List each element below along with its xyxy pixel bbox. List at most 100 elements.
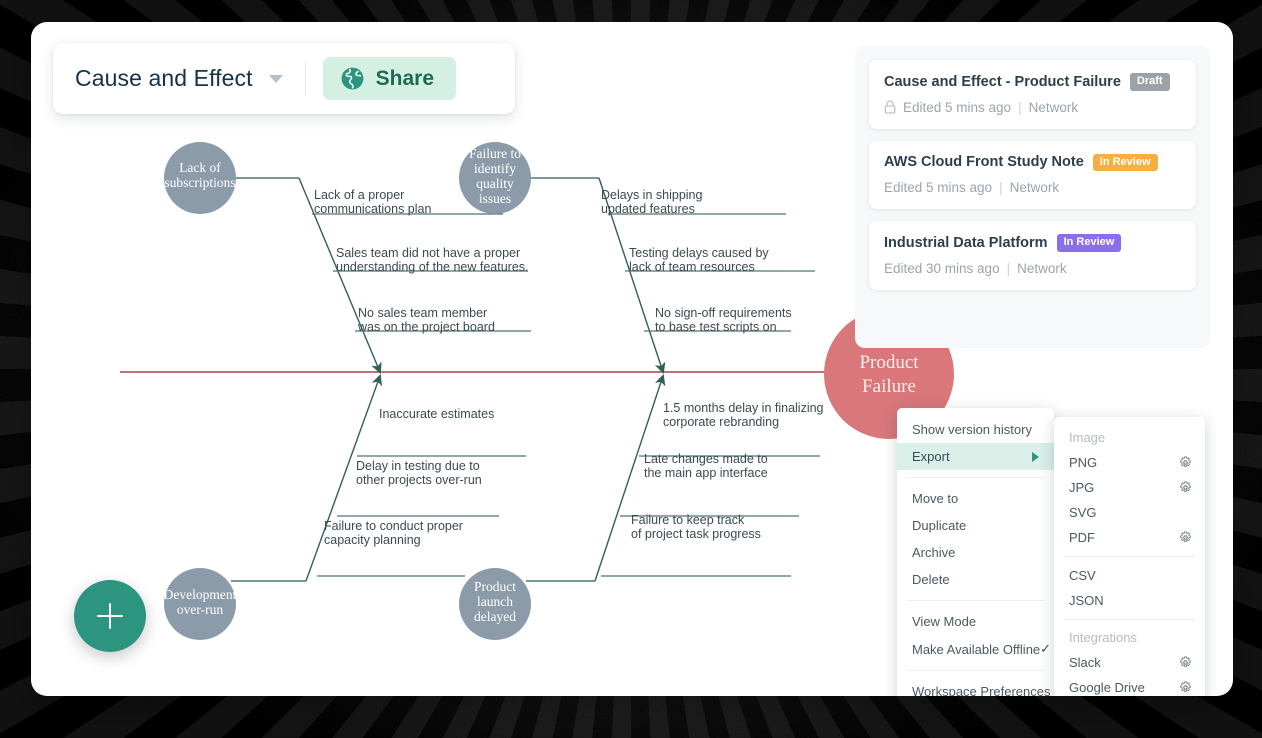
document-card-header: Cause and Effect - Product Failure Draft (884, 73, 1181, 91)
document-meta: Edited 5 mins ago | Network (884, 180, 1181, 195)
menu-item-label: Show version history (912, 422, 1032, 437)
menu-separator (907, 670, 1044, 671)
category-bubble-lack-of-subscriptions (164, 142, 236, 214)
export-item-label: JSON (1069, 593, 1104, 608)
status-badge: In Review (1092, 153, 1158, 172)
cause-text: Inaccurate estimates (379, 407, 495, 421)
menu-separator (907, 477, 1044, 478)
cause-text: No sales team member was on the project … (358, 306, 495, 334)
cause-text: Failure to keep track of project task pr… (631, 513, 761, 541)
cause-text: Sales team did not have a proper underst… (336, 246, 529, 274)
menu-item-label: Make Available Offline (912, 641, 1041, 657)
menu-item-label: Delete (912, 572, 950, 587)
triangle-right-icon (1032, 451, 1039, 462)
menu-item-view-mode[interactable]: View Mode (897, 608, 1054, 635)
category-bubble-product-launch-delayed (459, 568, 531, 640)
menu-item-label: Duplicate (912, 518, 967, 533)
chevron-down-icon[interactable] (268, 74, 283, 83)
submenu-separator (1064, 556, 1195, 557)
documents-panel: Cause and Effect - Product Failure Draft… (855, 46, 1210, 348)
gear-icon[interactable] (1179, 681, 1192, 694)
menu-item-label: Archive (912, 545, 956, 560)
document-card[interactable]: AWS Cloud Front Study Note In Review Edi… (869, 140, 1196, 210)
export-item-csv[interactable]: CSV (1054, 563, 1205, 588)
document-scope: Network (1009, 180, 1060, 196)
export-item-json[interactable]: JSON (1054, 588, 1205, 613)
meta-separator: | (1018, 99, 1022, 115)
document-scope: Network (1028, 99, 1079, 115)
gear-icon[interactable] (1179, 481, 1192, 494)
export-item-jpg[interactable]: JPG (1054, 475, 1205, 500)
document-card-header: Industrial Data Platform In Review (884, 234, 1181, 252)
menu-item-delete[interactable]: Delete (897, 566, 1054, 593)
export-submenu: Image PNG JPG SVG PDF CSV JSON Integrati… (1054, 417, 1205, 696)
cause-text: Lack of a proper communications plan (314, 188, 432, 216)
menu-item-label: Workspace Preferences (912, 684, 1051, 696)
document-card[interactable]: Industrial Data Platform In Review Edite… (869, 221, 1196, 290)
document-meta: Edited 5 mins ago | Network (884, 100, 1181, 115)
export-item-google-drive[interactable]: Google Drive (1054, 675, 1205, 696)
document-title: Industrial Data Platform (884, 235, 1048, 252)
share-button[interactable]: Share (322, 57, 457, 100)
share-button-label: Share (375, 66, 435, 90)
export-item-png[interactable]: PNG (1054, 450, 1205, 475)
document-scope: Network (1017, 260, 1067, 276)
export-item-label: SVG (1069, 505, 1097, 520)
menu-item-show-version-history[interactable]: Show version history (897, 416, 1054, 443)
cause-text: Late changes made to the main app interf… (644, 452, 768, 480)
menu-item-label: View Mode (912, 614, 977, 629)
document-edited: Edited 30 mins ago (884, 260, 1000, 276)
menu-item-duplicate[interactable]: Duplicate (897, 512, 1054, 539)
toolbar-divider (304, 61, 306, 96)
document-edited: Edited 5 mins ago (903, 99, 1012, 115)
submenu-group-header-image: Image (1069, 430, 1106, 445)
meta-separator: | (1006, 260, 1011, 276)
cause-text: Failure to conduct proper capacity plann… (324, 519, 463, 547)
document-title: AWS Cloud Front Study Note (884, 154, 1084, 171)
export-item-label: PNG (1069, 455, 1098, 470)
menu-item-archive[interactable]: Archive (897, 539, 1054, 566)
export-item-pdf[interactable]: PDF (1054, 525, 1205, 550)
check-icon: ✓ (1040, 641, 1052, 656)
menu-item-export[interactable]: Export (897, 443, 1054, 470)
export-item-slack[interactable]: Slack (1054, 650, 1205, 675)
menu-item-make-available-offline[interactable]: Make Available Offline ✓ (897, 635, 1054, 663)
gear-icon[interactable] (1179, 656, 1192, 669)
cause-text: Testing delays caused by lack of team re… (629, 246, 769, 274)
document-toolbar: Cause and Effect Share (53, 43, 515, 114)
export-item-label: JPG (1069, 480, 1095, 495)
status-badge: Draft (1129, 73, 1170, 91)
export-item-label: Slack (1069, 655, 1101, 670)
export-item-label: CSV (1069, 568, 1096, 583)
export-item-label: PDF (1069, 530, 1095, 545)
submenu-group-header-integrations: Integrations (1069, 630, 1137, 645)
category-bubble-failure-quality-issues (459, 142, 531, 214)
meta-separator: | (999, 180, 1003, 196)
page-title: Cause and Effect (75, 65, 253, 91)
cause-text: Delays in shipping updated features (601, 188, 703, 216)
submenu-separator (1064, 619, 1195, 620)
lock-icon (884, 100, 896, 114)
export-item-svg[interactable]: SVG (1054, 500, 1205, 525)
category-bubble-development-over-run (164, 568, 236, 640)
context-menu: Show version history Export Move to Dupl… (897, 408, 1054, 696)
document-edited: Edited 5 mins ago (884, 180, 993, 196)
menu-item-label: Move to (912, 491, 959, 506)
document-meta: Edited 30 mins ago | Network (884, 261, 1181, 276)
globe-icon (341, 67, 364, 90)
document-title: Cause and Effect - Product Failure (884, 73, 1121, 90)
menu-item-workspace-preferences[interactable]: Workspace Preferences (897, 678, 1054, 696)
document-card-header: AWS Cloud Front Study Note In Review (884, 153, 1181, 172)
gear-icon[interactable] (1179, 531, 1192, 544)
cause-text: 1.5 months delay in finalizing corporate… (663, 401, 824, 429)
menu-item-label: Export (912, 449, 950, 464)
document-card[interactable]: Cause and Effect - Product Failure Draft… (869, 60, 1196, 129)
cause-text: No sign-off requirements to base test sc… (655, 306, 792, 334)
add-node-button[interactable] (74, 580, 146, 652)
app-window: Lack of subscriptions Failure to identif… (31, 22, 1233, 696)
menu-item-move-to[interactable]: Move to (897, 485, 1054, 512)
gear-icon[interactable] (1179, 456, 1192, 469)
export-item-label: Google Drive (1069, 680, 1145, 695)
cause-text: Delay in testing due to other projects o… (356, 459, 482, 487)
menu-separator (907, 600, 1044, 601)
